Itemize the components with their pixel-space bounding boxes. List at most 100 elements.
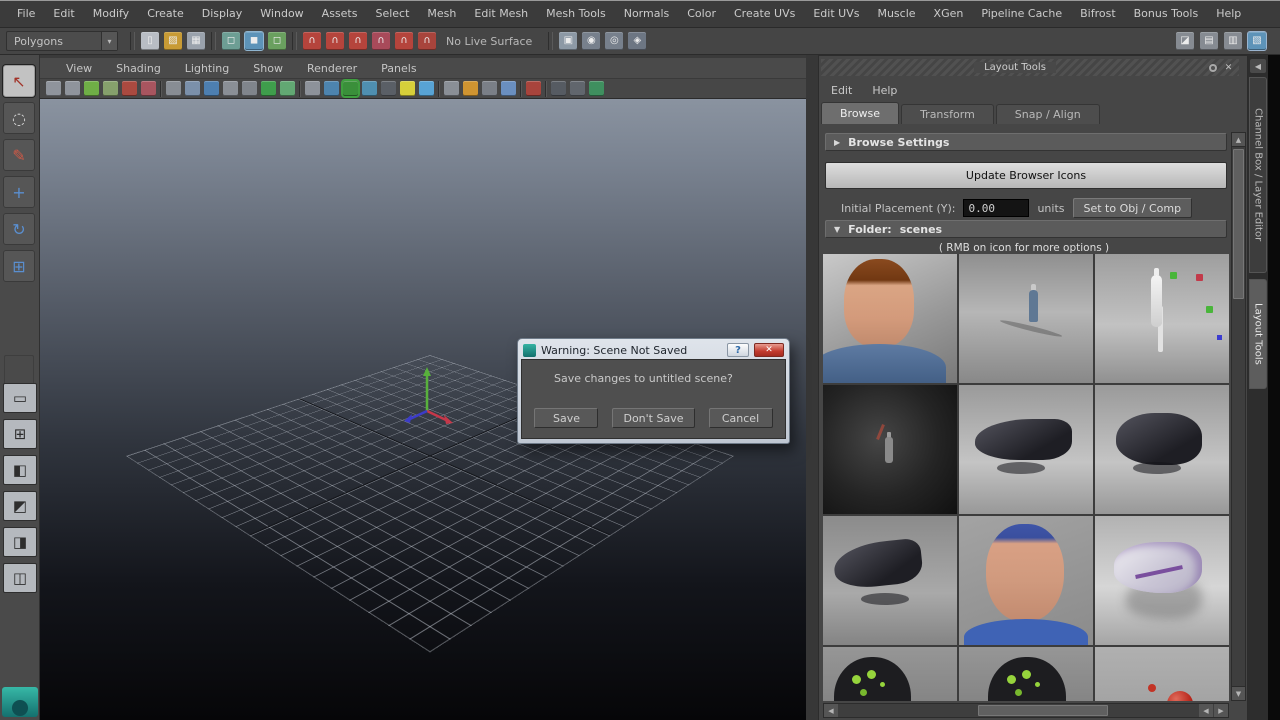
panel-menu-item[interactable]: Help	[864, 84, 905, 97]
snap-point-icon[interactable]: ∩	[349, 32, 367, 50]
shaded-mode-icon[interactable]	[324, 81, 339, 96]
hover-vehicle-thumbnail[interactable]	[959, 385, 1093, 514]
cancel-button[interactable]: Cancel	[709, 408, 773, 428]
update-browser-icons-button[interactable]: Update Browser Icons	[825, 162, 1227, 189]
gate-mask-icon[interactable]	[223, 81, 238, 96]
render-current-frame-icon[interactable]: ◉	[582, 32, 600, 50]
ipr-render-icon[interactable]: ◎	[605, 32, 623, 50]
scroll-right-icon[interactable]: ▶	[1214, 704, 1228, 717]
menu-item[interactable]: Edit UVs	[804, 1, 868, 27]
panel-menu-item[interactable]: Renderer	[297, 62, 367, 75]
menu-set-selector[interactable]: Polygons ▾	[6, 31, 118, 51]
persp-outliner-layout[interactable]: ◧	[3, 455, 37, 485]
dark-figure-thumbnail[interactable]	[823, 385, 957, 514]
move-tool[interactable]: +	[3, 176, 35, 208]
film-gate-icon[interactable]	[185, 81, 200, 96]
x-ray-icon[interactable]	[526, 81, 541, 96]
lasso-tool[interactable]: ◌	[3, 102, 35, 134]
default-material-icon[interactable]	[570, 81, 585, 96]
menu-item[interactable]: Mesh Tools	[537, 1, 615, 27]
light-aircraft-thumbnail[interactable]	[1095, 516, 1229, 645]
menu-item[interactable]: Modify	[84, 1, 138, 27]
status-separator[interactable]	[548, 32, 553, 50]
close-icon[interactable]: ✕	[1223, 62, 1234, 73]
status-separator[interactable]	[211, 32, 216, 50]
persp-graph-layout[interactable]: ◩	[3, 491, 37, 521]
status-separator[interactable]	[292, 32, 297, 50]
set-to-obj-comp-button[interactable]: Set to Obj / Comp	[1073, 198, 1193, 218]
save-button[interactable]: Save	[534, 408, 598, 428]
isolate-select-icon[interactable]	[501, 81, 516, 96]
four-pane-layout[interactable]: ⊞	[3, 419, 37, 449]
scroll-down-icon[interactable]: ▼	[1232, 686, 1245, 700]
select-component-icon[interactable]: ◻	[268, 32, 286, 50]
save-scene-icon[interactable]: ▦	[187, 32, 205, 50]
chevron-down-icon[interactable]: ▾	[101, 32, 117, 50]
snap-plane-icon[interactable]: ∩	[395, 32, 413, 50]
resolution-gate-icon[interactable]	[204, 81, 219, 96]
folder-section[interactable]: ▼ Folder: scenes	[825, 220, 1227, 238]
panel-menu-item[interactable]: View	[56, 62, 102, 75]
channel-box-icon[interactable]: ▥	[1224, 32, 1242, 50]
render-view-icon[interactable]: ▣	[559, 32, 577, 50]
menu-item[interactable]: Create	[138, 1, 193, 27]
paint-effects-icon[interactable]	[589, 81, 604, 96]
textured-mode-icon[interactable]	[343, 81, 358, 96]
rotate-tool[interactable]: ↻	[3, 213, 35, 245]
snap-grid-icon[interactable]: ∩	[303, 32, 321, 50]
menu-item[interactable]: Display	[193, 1, 252, 27]
scrollbar-thumb[interactable]	[1233, 149, 1244, 299]
image-plane-icon[interactable]	[122, 81, 137, 96]
tab-transform[interactable]: Transform	[901, 104, 994, 124]
menu-item[interactable]: Create UVs	[725, 1, 804, 27]
motion-blur-icon[interactable]	[419, 81, 434, 96]
select-tool[interactable]: ↖	[3, 65, 35, 97]
panel-menu-item[interactable]: Panels	[371, 62, 426, 75]
open-scene-icon[interactable]: ▨	[164, 32, 182, 50]
dialog-title-bar[interactable]: Warning: Scene Not Saved ? ✕	[521, 341, 786, 359]
panel-menu-item[interactable]: Show	[243, 62, 293, 75]
vertical-scrollbar[interactable]: ▲ ▼	[1231, 132, 1246, 701]
collapse-panel-icon[interactable]: ◀	[1250, 59, 1266, 73]
hover-vehicle-angle-thumbnail[interactable]	[1095, 385, 1229, 514]
help-button[interactable]: ?	[727, 343, 749, 357]
fat-character-thumbnail[interactable]	[959, 516, 1093, 645]
scrollbar-thumb[interactable]	[978, 705, 1108, 716]
ambient-occlusion-icon[interactable]	[400, 81, 415, 96]
menu-item[interactable]: Edit	[44, 1, 83, 27]
gamma-icon[interactable]	[463, 81, 478, 96]
menu-item[interactable]: Bifrost	[1071, 1, 1125, 27]
bookmark-icon[interactable]	[103, 81, 118, 96]
select-hierarchy-icon[interactable]: ◻	[222, 32, 240, 50]
panel-menu-item[interactable]: Lighting	[175, 62, 239, 75]
menu-item[interactable]: Edit Mesh	[465, 1, 537, 27]
camera-attributes-icon[interactable]	[84, 81, 99, 96]
scrollbar-track[interactable]	[838, 704, 1198, 717]
make-live-icon[interactable]: ∩	[418, 32, 436, 50]
lock-camera-icon[interactable]	[65, 81, 80, 96]
menu-item[interactable]: Mesh	[418, 1, 465, 27]
character-head-thumbnail[interactable]	[823, 254, 957, 383]
two-d-pan-zoom-icon[interactable]	[141, 81, 156, 96]
mannequin-walk-thumbnail[interactable]	[1095, 254, 1229, 383]
attribute-editor-icon[interactable]: ▤	[1200, 32, 1218, 50]
paint-selection-tool[interactable]: ✎	[3, 139, 35, 171]
shadows-icon[interactable]	[381, 81, 396, 96]
initial-placement-input[interactable]	[963, 199, 1029, 217]
tool-settings-icon[interactable]: ◪	[1176, 32, 1194, 50]
hover-vehicle-side-thumbnail[interactable]	[823, 516, 957, 645]
select-camera-icon[interactable]	[46, 81, 61, 96]
use-all-lights-icon[interactable]	[362, 81, 377, 96]
menu-item[interactable]: File	[8, 1, 44, 27]
menu-item[interactable]: Color	[678, 1, 725, 27]
tab-snap-align[interactable]: Snap / Align	[996, 104, 1100, 124]
last-tool-slot[interactable]	[4, 355, 34, 385]
undock-icon[interactable]	[1209, 64, 1217, 72]
safe-title-icon[interactable]	[280, 81, 295, 96]
panel-title-bar[interactable]: Layout Tools ✕	[821, 59, 1239, 76]
scroll-up-icon[interactable]: ▲	[1232, 133, 1245, 147]
menu-item[interactable]: Select	[366, 1, 418, 27]
exposure-icon[interactable]	[444, 81, 459, 96]
panel-menu-item[interactable]: Shading	[106, 62, 171, 75]
tab-channel-box-layer-editor[interactable]: Channel Box / Layer Editor	[1249, 77, 1267, 273]
